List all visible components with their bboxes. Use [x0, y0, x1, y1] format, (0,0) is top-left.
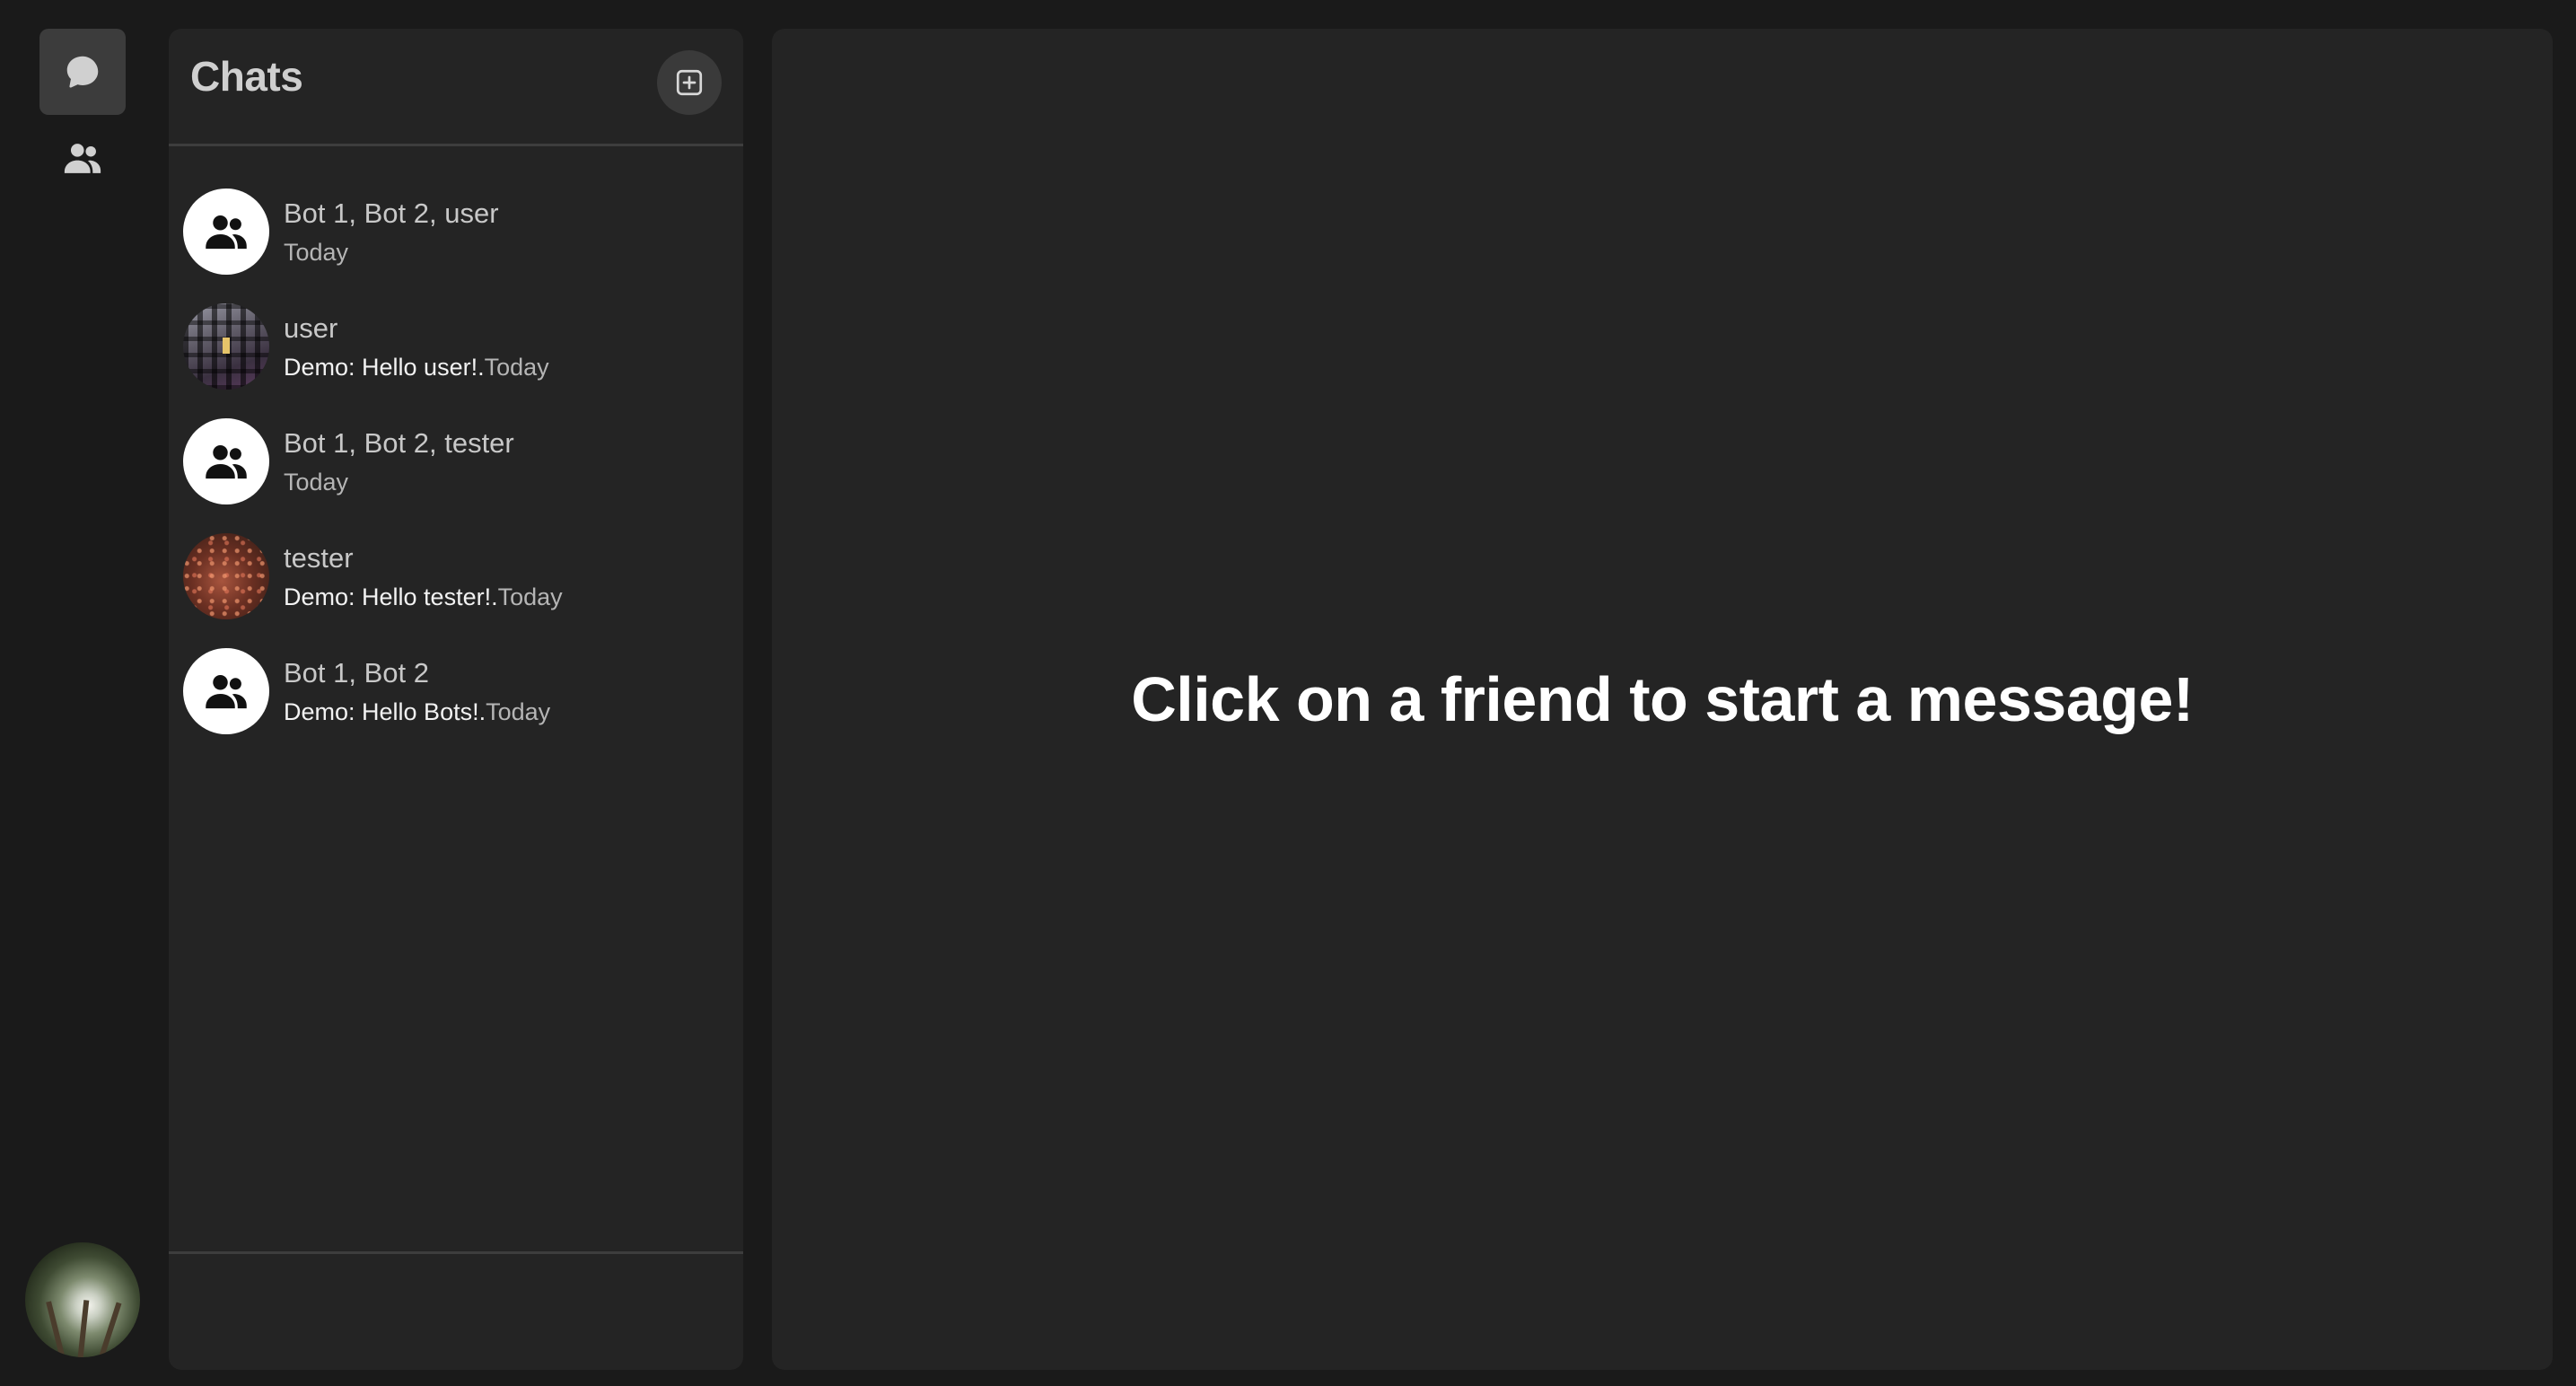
users-icon — [206, 445, 247, 479]
footer-divider — [169, 1251, 743, 1254]
users-icon — [206, 215, 247, 250]
chat-name: user — [284, 312, 338, 344]
chat-list-panel: Chats Bot 1, Bot 2, user Today user Demo… — [169, 29, 743, 1370]
new-chat-button[interactable] — [657, 50, 722, 115]
chat-subtitle: Demo: Hello Bots!.Today — [284, 698, 550, 726]
chats-nav-button[interactable] — [39, 29, 126, 115]
chat-time: Today — [284, 239, 349, 266]
chat-item[interactable]: user Demo: Hello user!.Today — [169, 291, 743, 406]
profile-avatar[interactable] — [25, 1242, 140, 1357]
users-icon — [64, 144, 101, 173]
chat-subtitle: Demo: Hello user!.Today — [284, 354, 549, 382]
tester-avatar — [183, 533, 269, 619]
chat-time: Today — [284, 469, 349, 496]
chat-name: Bot 1, Bot 2 — [284, 657, 429, 689]
chat-subtitle: Today — [284, 239, 348, 267]
chat-item[interactable]: Bot 1, Bot 2, user Today — [169, 176, 743, 291]
conversation-pane: Click on a friend to start a message! — [772, 29, 2553, 1370]
chat-time: Today — [486, 698, 551, 725]
chat-preview: Demo: Hello Bots!. — [284, 698, 486, 725]
plus-square-icon — [676, 69, 703, 96]
page-title: Chats — [190, 53, 303, 100]
chat-name: tester — [284, 542, 354, 574]
chat-item[interactable]: tester Demo: Hello tester!.Today — [169, 521, 743, 636]
friends-nav-button[interactable] — [39, 115, 126, 201]
chat-preview: Demo: Hello tester!. — [284, 583, 498, 610]
chat-list: Bot 1, Bot 2, user Today user Demo: Hell… — [169, 176, 743, 750]
chat-bubble-icon — [66, 56, 99, 88]
chat-time: Today — [484, 354, 549, 381]
group-avatar — [183, 648, 269, 734]
chat-time: Today — [497, 583, 563, 610]
chat-item[interactable]: Bot 1, Bot 2 Demo: Hello Bots!.Today — [169, 636, 743, 750]
chat-name: Bot 1, Bot 2, tester — [284, 427, 514, 459]
chat-item[interactable]: Bot 1, Bot 2, tester Today — [169, 406, 743, 521]
chat-subtitle: Demo: Hello tester!.Today — [284, 583, 563, 611]
group-avatar — [183, 189, 269, 275]
chat-preview: Demo: Hello user!. — [284, 354, 485, 381]
group-avatar — [183, 418, 269, 504]
nav-rail — [0, 0, 169, 1386]
users-icon — [206, 675, 247, 709]
chat-list-header: Chats — [169, 29, 743, 144]
empty-state-message: Click on a friend to start a message! — [1131, 664, 2194, 734]
chat-name: Bot 1, Bot 2, user — [284, 197, 499, 229]
chat-subtitle: Today — [284, 469, 348, 496]
header-divider — [169, 144, 743, 146]
user-avatar — [183, 303, 269, 390]
